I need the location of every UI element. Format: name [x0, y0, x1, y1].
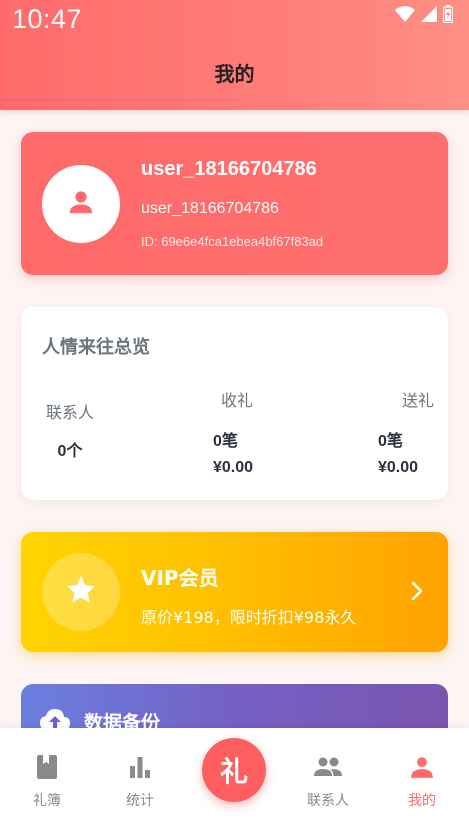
vip-title: VIP会员: [141, 566, 219, 590]
main-content[interactable]: user_18166704786 user_18166704786 ID: 69…: [0, 110, 469, 728]
battery-icon: [442, 5, 454, 27]
person-icon: [66, 187, 96, 221]
nav-item-gift-book[interactable]: 礼簿: [7, 754, 87, 810]
contacts-label: 联系人: [45, 403, 94, 422]
book-icon: [35, 755, 59, 784]
star-icon: [64, 573, 98, 611]
bottom-nav: 礼簿 统计 礼 联系人 我的: [0, 728, 469, 834]
bar-chart-icon: [128, 757, 152, 784]
vip-icon-badge: [42, 553, 120, 631]
page-title: 我的: [214, 62, 255, 86]
nav-label-gift-book: 礼簿: [33, 793, 61, 809]
cloud-upload-icon: [39, 708, 71, 728]
backup-title: 数据备份: [84, 712, 161, 728]
status-icons: [395, 5, 454, 27]
app-header: 10:47 我的: [0, 0, 469, 110]
wifi-icon: [395, 6, 415, 26]
people-icon: [313, 757, 343, 784]
status-time: 10:47: [12, 4, 83, 34]
add-gift-button[interactable]: 礼: [202, 738, 266, 802]
received-label: 收礼: [220, 391, 253, 410]
vip-card[interactable]: VIP会员 原价¥198，限时折扣¥98永久: [21, 532, 448, 652]
avatar[interactable]: [42, 165, 120, 243]
profile-username: user_18166704786: [141, 200, 279, 217]
contacts-value: 0个: [57, 443, 83, 460]
profile-id: ID: 69e6e4fca1ebea4bf67f83ad: [141, 234, 324, 249]
backup-card[interactable]: 数据备份: [21, 684, 448, 728]
vip-description: 原价¥198，限时折扣¥98永久: [141, 608, 357, 627]
sent-stat: 送礼 0笔 ¥0.00: [364, 387, 436, 477]
overview-card: 人情来往总览 联系人 0个 收礼 0笔 ¥0.00 送礼 0笔 ¥0.00: [21, 307, 448, 500]
chevron-right-icon[interactable]: [410, 580, 424, 606]
nav-item-contacts[interactable]: 联系人: [288, 754, 368, 810]
nav-label-stats: 统计: [126, 793, 154, 809]
sent-amount: ¥0.00: [378, 459, 419, 476]
sent-count: 0笔: [378, 433, 403, 450]
signal-icon: [421, 6, 437, 26]
profile-name: user_18166704786: [141, 158, 317, 180]
nav-label-contacts: 联系人: [307, 793, 349, 809]
contacts-stat: 联系人 0个: [42, 399, 98, 461]
overview-title: 人情来往总览: [42, 337, 150, 358]
person-icon: [409, 757, 435, 784]
nav-label-mine: 我的: [408, 793, 436, 809]
received-amount: ¥0.00: [213, 459, 254, 476]
received-count: 0笔: [213, 433, 238, 450]
sent-label: 送礼: [401, 391, 434, 410]
received-stat: 收礼 0笔 ¥0.00: [201, 387, 273, 477]
profile-card[interactable]: user_18166704786 user_18166704786 ID: 69…: [21, 132, 448, 275]
nav-item-stats[interactable]: 统计: [100, 754, 180, 810]
nav-item-mine[interactable]: 我的: [382, 754, 462, 810]
